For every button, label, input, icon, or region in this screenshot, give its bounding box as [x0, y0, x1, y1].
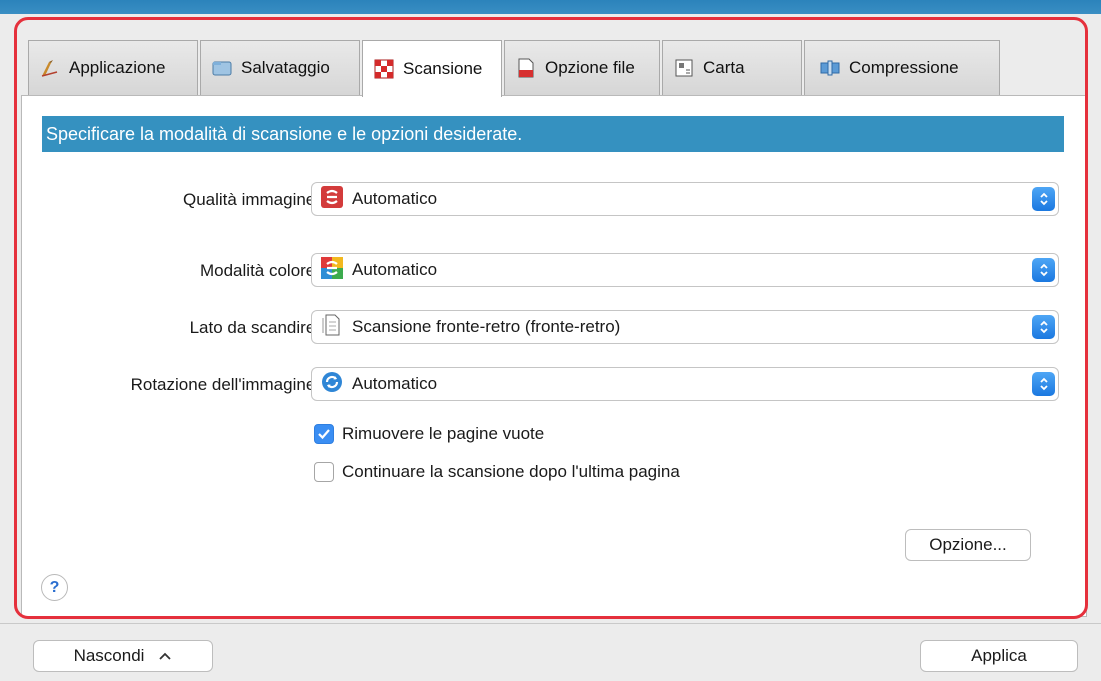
chevron-updown-icon [1032, 372, 1055, 396]
image-rotation-select[interactable]: Automatico [311, 367, 1059, 401]
remove-blank-pages-checkbox[interactable]: Rimuovere le pagine vuote [314, 424, 544, 444]
tab-carta[interactable]: Carta [662, 40, 802, 95]
scan-settings-panel: Specificare la modalità di scansione e l… [21, 95, 1087, 617]
tab-salvataggio[interactable]: Salvataggio [200, 40, 360, 95]
checkbox-unchecked-icon[interactable] [314, 462, 334, 482]
color-mode-select[interactable]: Automatico [311, 253, 1059, 287]
continue-scan-checkbox[interactable]: Continuare la scansione dopo l'ultima pa… [314, 462, 680, 482]
image-quality-value: Automatico [352, 189, 438, 208]
chevron-updown-icon [1032, 187, 1055, 211]
scan-side-select[interactable]: Scansione fronte-retro (fronte-retro) [311, 310, 1059, 344]
tab-opzione-file[interactable]: Opzione file [504, 40, 660, 95]
image-quality-label: Qualità immagine: [182, 190, 320, 209]
duplex-page-icon [320, 313, 344, 342]
chevron-updown-icon [1032, 258, 1055, 282]
tab-scansione[interactable]: Scansione [362, 40, 502, 97]
tab-label: Scansione [403, 59, 483, 78]
preferences-window: Applicazione Salvataggio Scansione Opzio… [0, 14, 1101, 681]
tab-label: Salvataggio [241, 58, 330, 77]
option-button[interactable]: Opzione... [905, 529, 1031, 561]
color-mode-icon [320, 256, 344, 285]
tab-bar: Applicazione Salvataggio Scansione Opzio… [28, 40, 1078, 97]
tab-label: Compressione [849, 58, 959, 77]
compression-icon [819, 57, 841, 79]
chevron-updown-icon [1032, 315, 1055, 339]
hide-button[interactable]: Nascondi [33, 640, 213, 672]
image-rotation-label: Rotazione dell'immagine: [130, 375, 320, 394]
checkbox-label: Continuare la scansione dopo l'ultima pa… [342, 462, 680, 481]
tab-label: Opzione file [545, 58, 635, 77]
rotate-icon [320, 370, 344, 399]
footer-divider [0, 623, 1101, 624]
paper-icon [673, 57, 695, 79]
apply-button[interactable]: Applica [920, 640, 1078, 672]
scan-checker-icon [373, 58, 395, 80]
file-icon [515, 57, 537, 79]
scan-side-value: Scansione fronte-retro (fronte-retro) [352, 317, 621, 336]
tab-compressione[interactable]: Compressione [804, 40, 1000, 95]
checkbox-checked-icon[interactable] [314, 424, 334, 444]
color-mode-label: Modalità colore: [199, 261, 320, 280]
tab-applicazione[interactable]: Applicazione [28, 40, 198, 95]
help-button[interactable]: ? [41, 574, 68, 601]
chevron-up-icon [158, 646, 172, 666]
checkbox-label: Rimuovere le pagine vuote [342, 424, 545, 443]
folder-icon [211, 57, 233, 79]
image-rotation-value: Automatico [352, 374, 438, 393]
color-mode-value: Automatico [352, 260, 438, 279]
image-quality-icon [320, 185, 344, 214]
image-quality-select[interactable]: Automatico [311, 182, 1059, 216]
pen-icon [39, 57, 61, 79]
hide-button-label: Nascondi [73, 646, 145, 665]
scan-side-label: Lato da scandire: [189, 318, 320, 337]
tab-label: Carta [703, 58, 745, 77]
tab-label: Applicazione [69, 58, 166, 77]
window-top-band [0, 0, 1101, 14]
section-header: Specificare la modalità di scansione e l… [42, 116, 1064, 152]
